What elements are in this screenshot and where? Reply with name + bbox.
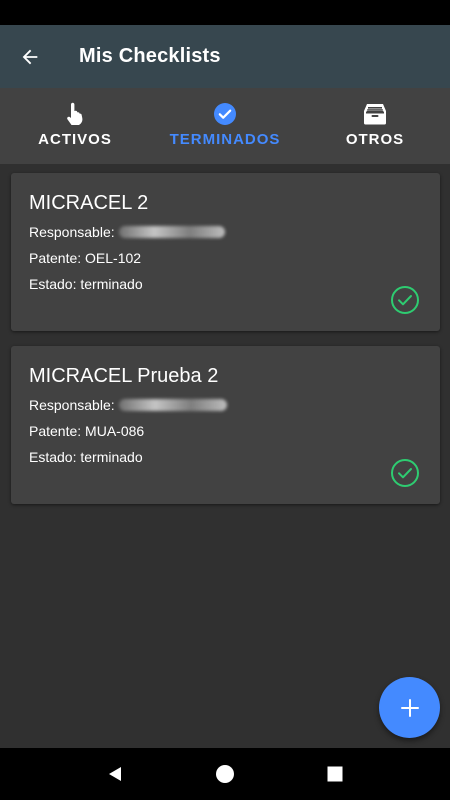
redacted-name	[118, 399, 227, 411]
card-responsable: Responsable:	[29, 396, 422, 414]
nav-home-icon	[216, 765, 234, 783]
hand-pointer-icon	[63, 102, 87, 126]
card-estado: Estado: terminado	[29, 276, 143, 292]
card-responsable: Responsable:	[29, 223, 422, 241]
responsable-label: Responsable:	[29, 224, 115, 240]
card-patente: Patente: MUA-086	[29, 423, 145, 439]
tab-bar: ACTIVOS TERMINADOS OTROS	[0, 88, 450, 251]
page-title: Mis Checklists	[79, 45, 221, 67]
plus-icon	[400, 698, 419, 717]
card-patente: Patente: OEL-102	[29, 250, 142, 266]
card-estado: Estado: terminado	[29, 449, 143, 465]
status-bar	[0, 0, 450, 25]
add-checklist-button[interactable]	[379, 677, 440, 738]
system-nav-bar	[0, 748, 450, 800]
card-title: MICRACEL Prueba 2	[29, 365, 219, 387]
tab-activos[interactable]: ACTIVOS	[0, 88, 150, 164]
tab-otros[interactable]: OTROS	[300, 88, 450, 164]
nav-recents-icon	[327, 766, 343, 782]
app-bar: Mis Checklists	[0, 25, 450, 88]
nav-recents-button[interactable]	[315, 754, 355, 794]
check-circle-icon	[213, 102, 237, 126]
card-title: MICRACEL 2	[29, 192, 149, 214]
archive-box-icon	[363, 102, 387, 126]
check-circle-outline-icon	[391, 286, 419, 314]
tab-label: ACTIVOS	[38, 131, 112, 148]
back-button[interactable]	[0, 25, 60, 88]
checklist-card[interactable]: MICRACEL 2 Responsable: Patente: OEL-102…	[11, 173, 440, 331]
redacted-name	[118, 226, 225, 238]
check-circle-outline-icon	[391, 459, 419, 487]
tab-terminados[interactable]: TERMINADOS	[150, 88, 300, 164]
nav-back-icon	[109, 767, 121, 781]
arrow-back-icon	[22, 49, 38, 64]
nav-home-button[interactable]	[205, 754, 245, 794]
nav-back-button[interactable]	[95, 754, 135, 794]
tab-label: OTROS	[345, 131, 405, 148]
tab-label: TERMINADOS	[169, 131, 281, 148]
responsable-label: Responsable:	[29, 397, 115, 413]
checklist-list: MICRACEL 2 Responsable: Patente: OEL-102…	[0, 164, 450, 748]
checklist-card[interactable]: MICRACEL Prueba 2 Responsable: Patente: …	[11, 346, 440, 504]
